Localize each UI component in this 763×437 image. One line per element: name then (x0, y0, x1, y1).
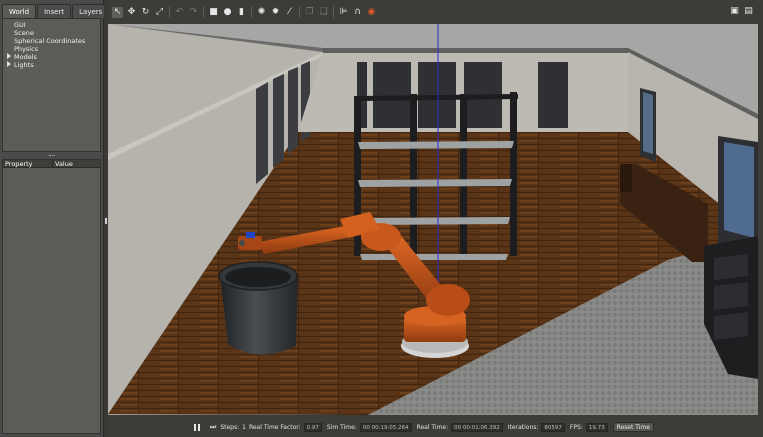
bin-cylinder (218, 261, 298, 355)
expand-arrow-icon[interactable] (7, 61, 11, 67)
left-panel: World Insert Layers GUI Scene Spherical … (0, 0, 110, 437)
redo-icon[interactable]: ↷ (188, 7, 199, 18)
select-arrow-icon[interactable]: ↖ (112, 6, 123, 18)
property-table-header: Property Value (3, 160, 100, 168)
undo-icon[interactable]: ↶ (174, 7, 185, 18)
left-panel-tabs: World Insert Layers (0, 4, 110, 18)
left-window (273, 74, 284, 168)
align-icon[interactable]: ⊫ (338, 7, 349, 18)
steps-value[interactable]: 1 (242, 424, 246, 431)
log-icon[interactable]: ▤ (743, 6, 754, 17)
tree-item-physics[interactable]: Physics (6, 45, 100, 53)
real-time-factor-label: Real Time Factor: (248, 423, 301, 431)
toolbar-separator (299, 6, 300, 18)
iterations-value: 80597 (541, 422, 565, 432)
pause-icon[interactable] (194, 423, 202, 431)
tab-insert[interactable]: Insert (37, 4, 72, 18)
sphere-shape-icon[interactable]: ● (222, 7, 233, 18)
rotate-icon[interactable]: ↻ (140, 7, 151, 18)
toolbar-separator (169, 6, 170, 18)
tree-item-models[interactable]: Models (6, 53, 100, 61)
toolbar-separator (251, 6, 252, 18)
left-window (288, 67, 298, 154)
toolbar-right-group: ▣ ▤ (729, 6, 757, 17)
tree-item-label: Models (14, 53, 37, 61)
box-shape-icon[interactable]: ■ (208, 7, 219, 18)
tree-item-gui[interactable]: GUI (6, 21, 100, 29)
expand-arrow-icon[interactable] (7, 53, 11, 59)
spot-light-icon[interactable]: ✹ (270, 7, 281, 18)
real-time-value: 00 00:01:06.392 (451, 422, 503, 432)
fps-value: 19.73 (585, 422, 608, 432)
property-column-header[interactable]: Property (3, 160, 53, 168)
tree-item-scene[interactable]: Scene (6, 29, 100, 37)
toolbar: ↖ ✥ ↻ ⤢ ↶ ↷ ■ ● ▮ ✺ ✹ ⁄ ❐ ❑ ⊫ ∩ ◉ ▣ ▤ (108, 0, 763, 24)
reset-time-button[interactable]: Reset Time (612, 422, 654, 432)
bottom-status-bar: ⏭ Steps: 1 Real Time Factor: 0.97 Sim Ti… (108, 417, 763, 437)
value-column-header[interactable]: Value (53, 160, 73, 168)
steps-label: Steps: (220, 423, 240, 431)
property-table: Property Value (2, 159, 101, 434)
left-window (256, 82, 268, 184)
iterations-label: Iterations: (507, 423, 539, 431)
sim-time-value: 00 00:19:05.264 (359, 422, 412, 432)
step-icon[interactable]: ⏭ (210, 423, 216, 432)
screenshot-camera-icon[interactable]: ▣ (729, 6, 740, 17)
tree-item-label: Lights (14, 61, 34, 69)
tree-item-label: GUI (14, 21, 26, 29)
real-time-label: Real Time: (416, 423, 449, 431)
toolbar-separator (203, 6, 204, 18)
world-tree: GUI Scene Spherical Coordinates Physics … (2, 18, 101, 152)
scale-icon[interactable]: ⤢ (154, 7, 165, 18)
snap-icon[interactable]: ∩ (352, 7, 363, 18)
back-window (373, 62, 411, 128)
tree-item-label: Spherical Coordinates (14, 37, 86, 45)
panel-splitter-handle[interactable] (49, 155, 55, 157)
point-light-icon[interactable]: ✺ (256, 7, 267, 18)
tab-world[interactable]: World (2, 4, 37, 18)
translate-icon[interactable]: ✥ (126, 7, 137, 18)
sim-time-label: Sim Time: (326, 423, 357, 431)
fps-label: FPS: (569, 423, 583, 431)
change-view-icon[interactable]: ◉ (366, 7, 377, 18)
toolbar-separator (333, 6, 334, 18)
tree-item-spherical-coordinates[interactable]: Spherical Coordinates (6, 37, 100, 45)
paste-icon[interactable]: ❑ (318, 7, 329, 18)
tree-item-label: Physics (14, 45, 39, 53)
splitter-grip-icon (105, 218, 107, 224)
tree-item-lights[interactable]: Lights (6, 61, 100, 69)
tree-item-label: Scene (14, 29, 34, 37)
copy-icon[interactable]: ❐ (304, 7, 315, 18)
cylinder-shape-icon[interactable]: ▮ (236, 7, 247, 18)
back-window (538, 62, 568, 128)
3d-viewport[interactable] (108, 24, 758, 415)
directional-light-icon[interactable]: ⁄ (284, 7, 295, 18)
scene-render (108, 24, 758, 415)
real-time-factor-value: 0.97 (303, 422, 322, 432)
